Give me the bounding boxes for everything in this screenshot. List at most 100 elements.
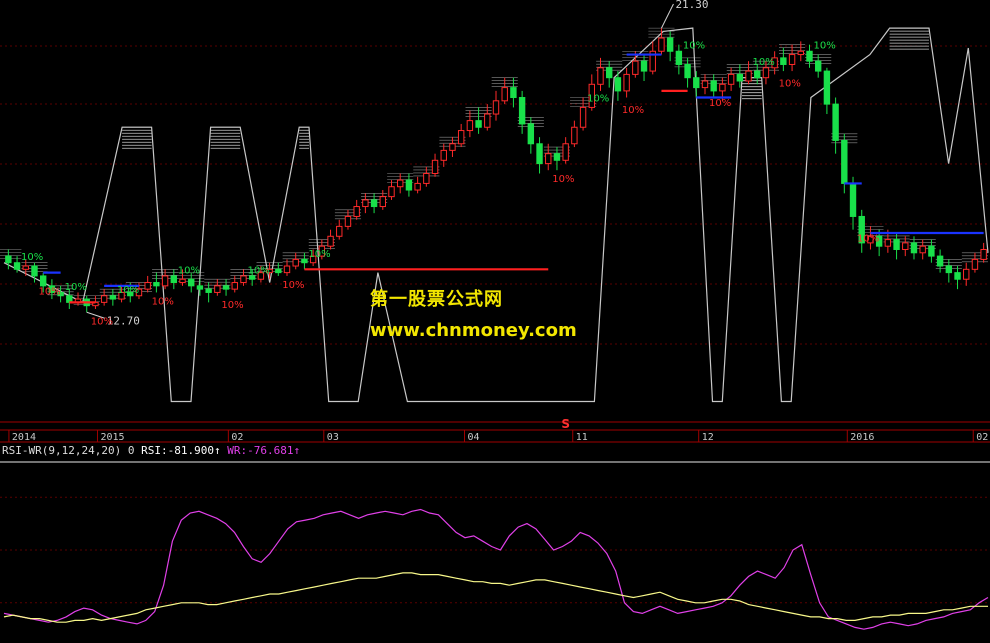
signal-label: 10% — [857, 234, 879, 245]
candle-body — [623, 73, 630, 92]
candle-body — [457, 130, 465, 145]
candle-body — [553, 153, 561, 161]
candle-body — [754, 70, 761, 79]
candle-body — [954, 272, 961, 280]
signal-label: 10% — [779, 78, 801, 89]
candle-body — [161, 275, 169, 287]
candle-body — [327, 235, 334, 247]
candle-body — [936, 255, 944, 267]
signal-label: 10% — [65, 282, 87, 293]
wr-arrow-icon: ↑ — [293, 444, 301, 457]
candle-body — [536, 143, 543, 165]
signal-label: 10% — [178, 265, 200, 276]
candle-body — [13, 262, 21, 270]
signal-label: 10% — [91, 316, 113, 327]
price-high-label: 21.30 — [675, 0, 708, 11]
signal-label: 10% — [308, 249, 330, 260]
candle-body — [745, 70, 752, 82]
candle-body — [971, 258, 979, 270]
candle-body — [362, 199, 369, 208]
candle-body — [806, 50, 813, 62]
candle-body — [797, 50, 804, 56]
candle-body — [788, 54, 796, 65]
time-tick-label: 12 — [702, 432, 714, 443]
s-marker: S — [561, 417, 570, 431]
candle-body — [405, 179, 413, 191]
signal-label: 10% — [152, 296, 174, 307]
time-tick-label: 02 — [976, 432, 988, 443]
time-tick-label: 02 — [231, 432, 243, 443]
candle-body — [928, 245, 935, 257]
candle-body — [292, 258, 299, 267]
candle-body — [179, 278, 186, 284]
signal-label: 10% — [552, 174, 574, 185]
candle-body — [727, 73, 735, 85]
candle-body — [144, 282, 151, 290]
candle-body — [527, 123, 535, 145]
candle-body — [701, 80, 709, 89]
candle-body — [440, 149, 447, 161]
rsi-value: -81.900 — [167, 444, 214, 457]
candle-body — [475, 120, 482, 128]
candle-body — [823, 70, 831, 105]
candle-body — [710, 80, 717, 92]
candle-body — [370, 199, 378, 208]
candle-body — [484, 113, 491, 128]
candle-body — [910, 242, 918, 254]
candle-body — [919, 245, 926, 254]
signal-label: 10% — [221, 300, 243, 311]
time-tick-label: 04 — [468, 432, 480, 443]
candle-body — [336, 225, 343, 237]
time-tick-label: 2016 — [850, 432, 874, 443]
candle-body — [666, 37, 674, 52]
candle-body — [423, 173, 430, 184]
candle-body — [658, 37, 665, 52]
candle-body — [762, 67, 770, 79]
wr-value: -76.681 — [247, 444, 294, 457]
signal-label: 10% — [683, 41, 705, 52]
watermark-title: 第一股票公式网 — [370, 289, 503, 310]
candle-body — [849, 182, 857, 217]
candle-body — [431, 159, 439, 175]
candle-body — [945, 265, 953, 274]
candle-body — [109, 295, 117, 300]
candle-body — [736, 73, 744, 82]
indicator-name: RSI-WR(9,12,24,20) — [2, 444, 122, 457]
signal-label: 10% — [21, 252, 43, 263]
time-tick-label: 2014 — [12, 432, 36, 443]
rsi-label: RSI: — [141, 444, 168, 457]
signal-label: 10% — [709, 98, 731, 109]
candle-body — [153, 282, 160, 287]
signal-label: 10% — [282, 280, 304, 291]
candle-body — [275, 268, 282, 274]
candle-body — [814, 60, 822, 72]
signal-label: 10% — [117, 285, 139, 296]
candle-body — [388, 186, 395, 198]
candle-body — [397, 179, 404, 188]
wr-label: WR: — [227, 444, 248, 457]
signal-label: 10% — [247, 265, 269, 276]
time-tick-label: 11 — [576, 432, 588, 443]
time-tick-label: 2015 — [100, 432, 124, 443]
candle-body — [100, 295, 108, 303]
time-tick-label: 03 — [327, 432, 339, 443]
candle-body — [780, 57, 787, 65]
candle-body — [248, 275, 256, 280]
rsi-arrow-icon: ↑ — [213, 444, 221, 457]
candle-body — [283, 265, 291, 274]
signal-label: 10% — [622, 105, 644, 116]
candle-body — [684, 63, 691, 79]
candle-body — [449, 143, 456, 151]
candle-body — [640, 60, 648, 72]
candle-body — [466, 120, 474, 132]
candle-body — [606, 67, 613, 79]
candle-body — [344, 215, 352, 227]
candle-body — [205, 288, 212, 293]
watermark-url: www.chnmoney.com — [370, 320, 577, 341]
candle-body — [893, 239, 900, 250]
candle-body — [379, 196, 386, 208]
candle-body — [832, 103, 839, 141]
signal-label: 10% — [587, 94, 609, 105]
candle-body — [301, 258, 308, 264]
candle-body — [980, 248, 987, 260]
